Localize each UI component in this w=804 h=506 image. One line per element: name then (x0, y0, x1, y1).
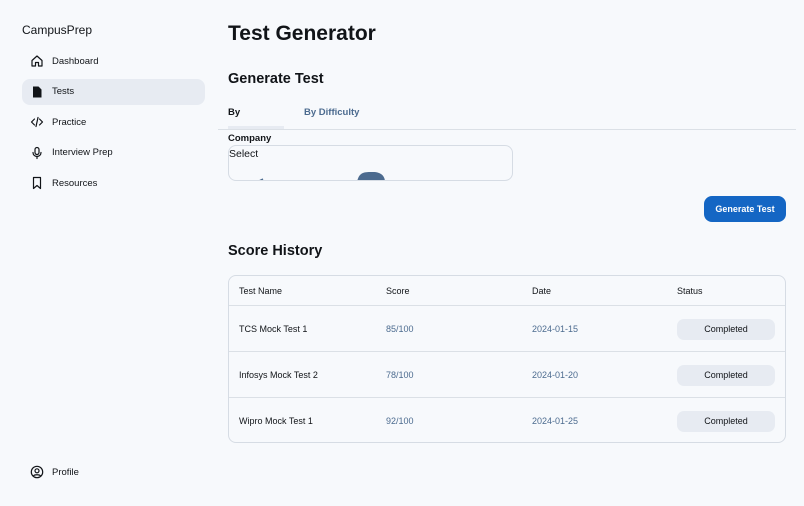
score-history-heading: Score History (228, 243, 323, 259)
generate-tabs: By Company By Difficulty (218, 100, 796, 144)
column-header-date: Date (532, 286, 552, 296)
sidebar-item-label: Resources (52, 177, 98, 189)
page-title: Test Generator (228, 22, 376, 45)
column-header-test-name: Test Name (239, 286, 283, 296)
sidebar-item-interview-prep[interactable]: Interview Prep (22, 140, 205, 166)
table-header: Test Name Score Date Status (229, 276, 785, 306)
status-badge: Completed (677, 411, 775, 432)
generate-test-button[interactable]: Generate Test (704, 196, 786, 222)
date-cell: 2024-01-20 (532, 370, 579, 380)
test-name-cell: Wipro Mock Test 1 (239, 416, 313, 426)
profile-label: Profile (52, 466, 79, 478)
microphone-icon (30, 146, 44, 160)
test-name-cell: TCS Mock Test 1 (239, 324, 308, 334)
sidebar-item-resources[interactable]: Resources (22, 170, 205, 196)
status-badge: Completed (677, 365, 775, 386)
sidebar-item-profile[interactable]: Profile (22, 459, 205, 485)
tab-by-difficulty[interactable]: By Difficulty (304, 100, 359, 129)
sidebar-item-label: Tests (52, 86, 75, 97)
column-header-status: Status (677, 286, 703, 296)
sidebar: CampusPrep Dashboard Tests Practice Inte… (0, 0, 218, 506)
company-select[interactable]: Select (228, 145, 513, 181)
file-icon (30, 85, 44, 99)
tab-by-company[interactable]: By Company (228, 100, 284, 144)
score-history-table: Test Name Score Date Status TCS Mock Tes… (228, 275, 786, 443)
chevron-down-icon (259, 172, 385, 180)
home-icon (30, 54, 44, 68)
sidebar-item-dashboard[interactable]: Dashboard (22, 48, 205, 74)
status-badge: Completed (677, 319, 775, 340)
user-circle-icon (30, 465, 44, 479)
sidebar-item-label: Interview Prep (52, 147, 113, 158)
score-cell: 78/100 (386, 370, 414, 380)
sidebar-nav: Dashboard Tests Practice Interview Prep … (22, 48, 205, 201)
column-header-score: Score (386, 286, 410, 296)
brand-name: CampusPrep (22, 23, 93, 37)
table-row: Infosys Mock Test 2 78/100 2024-01-20 Co… (229, 352, 785, 398)
table-row: TCS Mock Test 1 85/100 2024-01-15 Comple… (229, 306, 785, 352)
sidebar-item-practice[interactable]: Practice (22, 109, 205, 135)
sidebar-item-tests[interactable]: Tests (22, 78, 205, 105)
bookmark-icon (30, 176, 44, 190)
date-cell: 2024-01-25 (532, 416, 579, 426)
sidebar-item-label: Dashboard (52, 55, 99, 67)
test-name-cell: Infosys Mock Test 2 (239, 370, 318, 380)
score-cell: 85/100 (386, 324, 414, 334)
generate-test-heading: Generate Test (228, 71, 324, 87)
date-cell: 2024-01-15 (532, 324, 579, 334)
table-row: Wipro Mock Test 1 92/100 2024-01-25 Comp… (229, 398, 785, 442)
code-icon (30, 115, 44, 129)
sidebar-item-label: Practice (52, 116, 87, 128)
score-cell: 92/100 (386, 416, 414, 426)
